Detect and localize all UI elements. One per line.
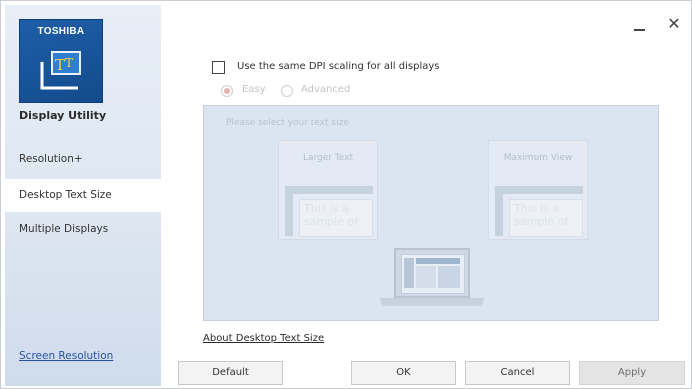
laptop-base-illustration: [380, 298, 484, 306]
ok-button[interactable]: OK: [351, 361, 456, 385]
sidebar: TOSHIBA T T Display Utility Resolution+ …: [5, 5, 161, 386]
text-size-panel: Please select your text size Larger Text…: [203, 105, 659, 321]
preview-sample-text: This is a sample of: [304, 202, 359, 228]
maximum-view-title: Maximum View: [503, 153, 573, 163]
brand-name: TOSHIBA: [37, 26, 85, 37]
laptop-screen-illustration: [394, 248, 470, 298]
sidebar-item-label: Desktop Text Size: [19, 189, 112, 201]
advanced-radio-label: Advanced: [301, 84, 351, 95]
sidebar-item-desktop-text-size[interactable]: Desktop Text Size: [5, 179, 161, 212]
same-dpi-label: Use the same DPI scaling for all display…: [237, 61, 440, 72]
sidebar-item-multiple-displays[interactable]: Multiple Displays: [5, 213, 161, 246]
close-button[interactable]: ✕: [665, 15, 683, 33]
app-window: TOSHIBA T T Display Utility Resolution+ …: [0, 0, 692, 389]
sidebar-item-resolution[interactable]: Resolution+: [5, 143, 161, 176]
text-size-icon: T T: [40, 51, 81, 90]
minimize-icon: [634, 29, 645, 31]
preview-sample-text: This is a sample of: [514, 202, 569, 228]
cancel-button[interactable]: Cancel: [465, 361, 570, 385]
larger-text-title: Larger Text: [302, 153, 354, 163]
easy-radio[interactable]: [221, 85, 233, 97]
preview-window: This is a sample of: [509, 199, 583, 237]
advanced-radio[interactable]: [281, 85, 293, 97]
app-logo: TOSHIBA T T: [19, 19, 103, 103]
sidebar-item-label: Resolution+: [19, 153, 83, 165]
svg-text:T: T: [65, 56, 73, 70]
sidebar-item-label: Multiple Displays: [19, 223, 109, 235]
apply-button[interactable]: Apply: [579, 361, 685, 385]
laptop-screen-content: [401, 254, 465, 294]
svg-text:T: T: [55, 56, 65, 74]
app-title: Display Utility: [19, 109, 107, 122]
close-icon: ✕: [667, 14, 681, 33]
larger-text-option[interactable]: Larger Text This is a sample of: [278, 140, 378, 240]
maximum-view-option[interactable]: Maximum View This is a sample of: [488, 140, 588, 240]
screen-resolution-link[interactable]: Screen Resolution: [19, 350, 113, 362]
desktop-preview-icon: [404, 258, 460, 288]
default-button[interactable]: Default: [178, 361, 283, 385]
easy-radio-label: Easy: [242, 84, 266, 95]
same-dpi-checkbox[interactable]: [212, 61, 225, 74]
panel-hint: Please select your text size: [226, 118, 349, 128]
about-desktop-text-size-link[interactable]: About Desktop Text Size: [203, 333, 324, 344]
preview-window: This is a sample of: [299, 199, 373, 237]
minimize-button[interactable]: [633, 19, 647, 33]
